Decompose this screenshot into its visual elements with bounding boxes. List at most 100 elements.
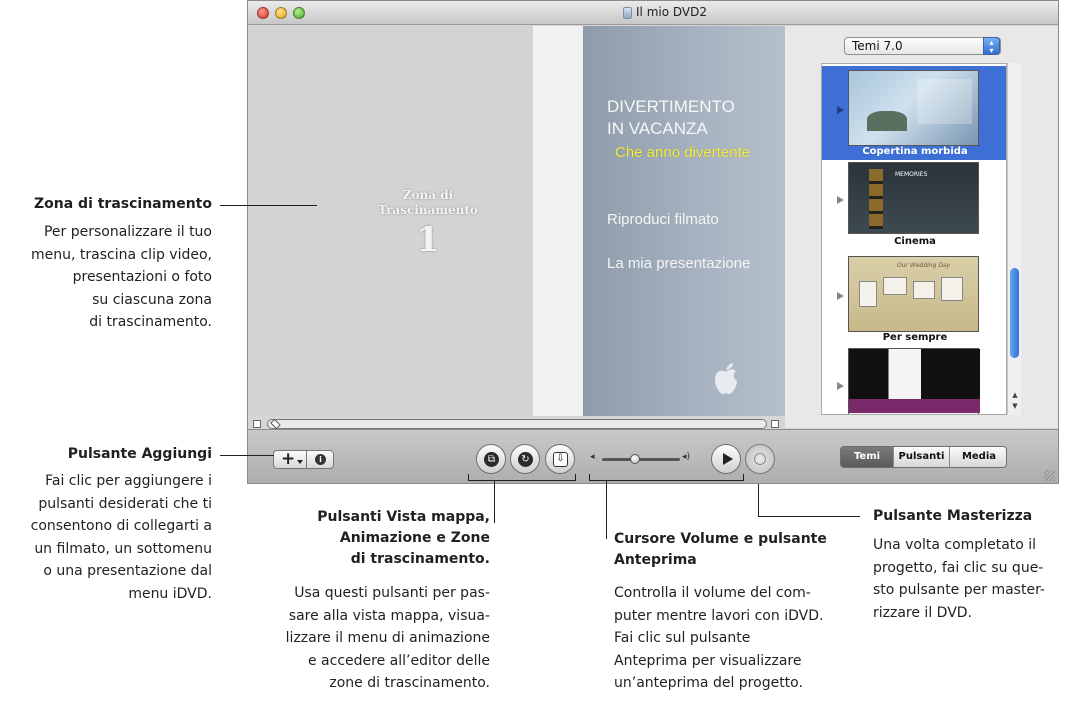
callout-line: Fai clic per aggiungere i [45,473,212,489]
motion-button[interactable]: ↻ [510,444,540,474]
menu-theme-preview: DIVERTIMENTO IN VACANZA Che anno diverte… [583,26,785,416]
callout-line: sto pulsante per master- [873,582,1045,598]
dropdown-arrows-icon: ▴ ▾ [983,37,1000,55]
drop-zone-label-line2: Trascinamento [378,203,478,217]
callout-add-title: Pulsante Aggiungi [67,446,212,462]
play-icon [723,453,733,465]
callout-burn-title: Pulsante Masterizza [873,508,1033,524]
disclosure-arrow-icon[interactable] [837,382,844,390]
volume-track[interactable] [602,458,680,461]
callout-line: menu, trascina clip video, [30,246,212,263]
drop-zone-editor-icon: ⇩ [553,452,568,467]
callout-dropzone-text: Per personalizzare il tuo menu, trascina… [0,221,212,334]
callout-line: un filmato, un sottomenu [34,540,212,557]
disclosure-arrow-icon[interactable] [837,292,844,300]
callout-line: Anteprima per visualizzare [614,652,802,669]
title-bar[interactable]: Il mio DVD2 [248,1,1058,25]
resize-grip-icon[interactable] [1044,470,1055,481]
thumb-label: Our Wedding Day [897,262,951,269]
menu-button-play-movie[interactable]: Riproduci filmato [607,211,719,228]
scroll-up-arrow-icon[interactable]: ▲ [1010,390,1020,400]
idvd-window: Il mio DVD2 Zona di Trascinamento 1 DIVE… [247,0,1059,484]
callout-line: di trascinamento. [89,314,212,330]
close-window-button[interactable] [257,7,269,19]
callout-title-line: Animazione e Zone [339,530,490,546]
callout-line: un’anteprima del progetto. [614,675,803,691]
drop-zone-editor-button[interactable]: ⇩ [545,444,575,474]
menu-button-slideshow[interactable]: La mia presentazione [607,255,750,272]
add-button[interactable]: + [273,449,307,469]
theme-set-dropdown[interactable]: Temi 7.0 ▴ ▾ [844,37,1001,55]
tab-buttons[interactable]: Pulsanti [894,447,950,467]
theme-item-4[interactable] [822,344,1006,414]
bracket-line [468,474,576,481]
callout-title-line: Pulsanti Vista mappa, [317,509,490,525]
tab-media[interactable]: Media [950,447,1006,467]
callout-line: sare alla vista mappa, visua- [288,607,490,624]
minimize-window-button[interactable] [275,7,287,19]
theme-thumbnail: Our Wedding Day [848,256,979,332]
map-view-button[interactable]: ⧉ [476,444,506,474]
callout-line: Controlla il volume del com- [614,585,811,601]
theme-item-soft-cover[interactable]: Copertina morbida [822,66,1006,160]
callout-line: menu iDVD. [128,585,212,602]
callout-volume-text: Controlla il volume del com- puter mentr… [614,582,823,695]
volume-low-icon: ◂ [590,452,595,462]
callout-title-line: di trascinamento. [350,551,490,567]
callout-line: zone di trascinamento. [329,675,490,691]
drop-zone-1[interactable]: Zona di Trascinamento 1 [248,26,533,416]
callout-burn-text: Una volta completato il progetto, fai cl… [873,534,1045,624]
callout-line: consentono di collegarti a [30,518,212,534]
theme-list-scrollbar[interactable]: ▲ ▼ [1007,63,1021,415]
leader-line [758,516,860,517]
callout-line: Per personalizzare il tuo [43,224,212,240]
callout-volume-title: Cursore Volume e pulsante Anteprima [614,529,827,571]
callout-line: o una presentazione dal [43,563,212,579]
leader-line [220,455,274,456]
callout-map-title: Pulsanti Vista mappa, Animazione e Zone … [260,507,490,570]
theme-list[interactable]: Copertina morbida MEMORIES Cinema Our We… [821,63,1007,415]
theme-item-cinema[interactable]: MEMORIES Cinema [822,160,1006,254]
disclosure-arrow-icon[interactable] [837,196,844,204]
callout-line: su ciascuna zona [92,291,212,308]
theme-thumbnail [848,70,979,146]
theme-item-forever[interactable]: Our Wedding Day Per sempre [822,252,1006,346]
map-icon: ⧉ [484,452,499,467]
preview-button[interactable] [711,444,741,474]
callout-title-line: Cursore Volume e pulsante [614,531,827,547]
menu-subtitle[interactable]: Che anno divertente [615,144,750,161]
document-icon [623,7,632,19]
loop-icon: ↻ [518,452,533,467]
apple-logo-icon [715,363,737,394]
scroll-down-arrow-icon[interactable]: ▼ [1010,401,1020,411]
timeline-track[interactable] [267,419,767,429]
callout-line: Usa questi pulsanti per pas- [294,585,490,601]
info-button[interactable]: i [306,450,334,469]
theme-name: Copertina morbida [862,146,968,157]
zoom-window-button[interactable] [293,7,305,19]
tab-themes[interactable]: Temi [841,447,894,467]
theme-thumbnail: MEMORIES [848,162,979,234]
volume-slider[interactable]: ◂ ◂) [590,452,695,466]
panel-segmented-control[interactable]: Temi Pulsanti Media [840,446,1007,468]
menu-title-line1: DIVERTIMENTO [607,97,735,116]
caret-down-icon [297,460,303,464]
drop-zone-label-line1: Zona di [402,188,454,202]
menu-preview-area: Zona di Trascinamento 1 DIVERTIMENTO IN … [248,26,785,416]
drop-zone-label: Zona di Trascinamento 1 [338,188,518,260]
burn-button[interactable] [745,444,775,474]
callout-line: rizzare il DVD. [873,604,973,621]
callout-title-line: Anteprima [614,552,697,568]
bracket-line [589,474,744,481]
theme-set-value: Temi 7.0 [852,39,903,53]
callout-line: Fai clic sul pulsante [614,630,751,646]
callout-map-text: Usa questi pulsanti per pas- sare alla v… [240,582,490,695]
volume-knob[interactable] [630,454,640,464]
timeline-end-box [771,420,779,428]
scroll-thumb[interactable] [1010,268,1019,358]
menu-title[interactable]: DIVERTIMENTO IN VACANZA [607,96,735,140]
menu-divider-strip [533,26,583,416]
leader-line [606,481,607,539]
disclosure-arrow-icon[interactable] [837,106,844,114]
callout-line: Una volta completato il [873,537,1037,553]
